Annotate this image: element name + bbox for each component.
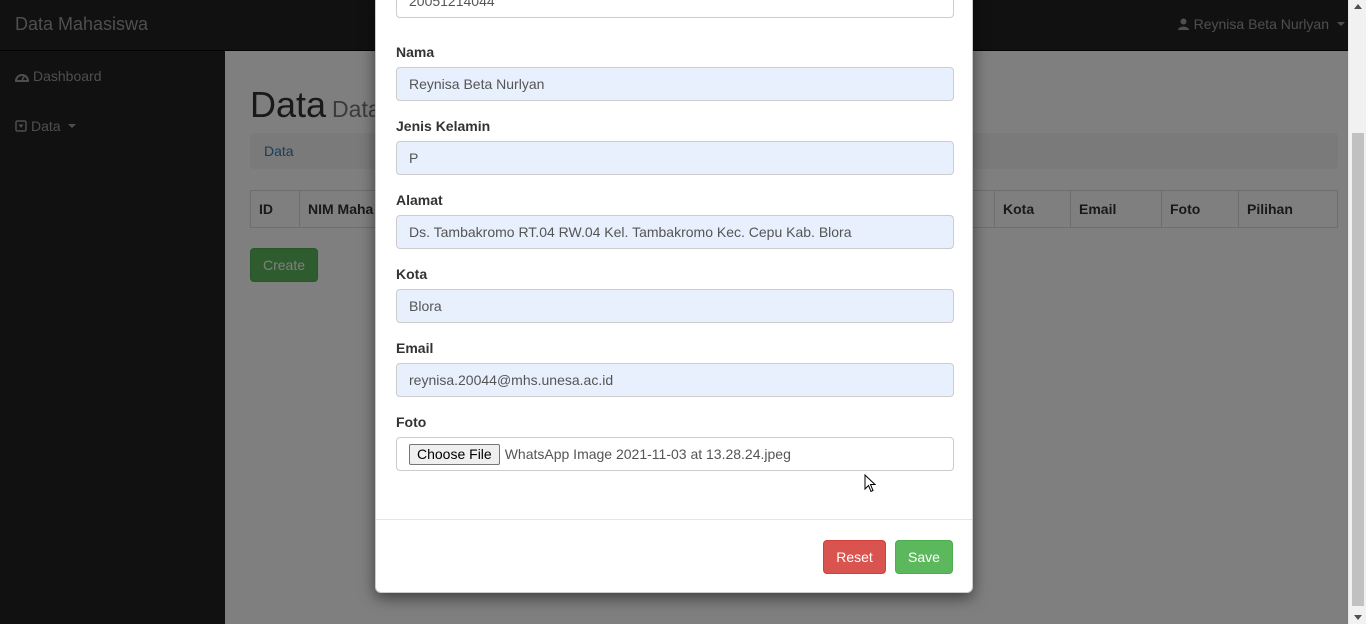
jenis-kelamin-label: Jenis Kelamin (396, 118, 491, 134)
nama-label: Nama (396, 44, 435, 60)
jenis-kelamin-field[interactable] (396, 141, 954, 175)
mouse-cursor-icon (864, 474, 876, 493)
scroll-down-icon[interactable] (1354, 615, 1362, 620)
alamat-field[interactable] (396, 215, 954, 249)
nama-field[interactable] (396, 67, 954, 101)
reset-button[interactable]: Reset (823, 540, 886, 574)
scroll-thumb[interactable] (1352, 133, 1364, 606)
email-label: Email (396, 340, 434, 356)
email-field[interactable] (396, 363, 954, 397)
choose-file-button[interactable]: Choose File (409, 443, 500, 465)
scroll-up-icon[interactable] (1354, 4, 1362, 9)
foto-label: Foto (396, 414, 427, 430)
file-name: WhatsApp Image 2021-11-03 at 13.28.24.jp… (504, 446, 791, 462)
kota-label: Kota (396, 266, 428, 282)
kota-field[interactable] (396, 289, 954, 323)
modal-footer-divider (376, 519, 972, 520)
save-button[interactable]: Save (895, 540, 953, 574)
nim-field[interactable] (396, 0, 954, 18)
alamat-label: Alamat (396, 192, 443, 208)
scrollbar[interactable] (1348, 0, 1366, 624)
edit-modal: Nama Jenis Kelamin Alamat Kota Email Fot… (375, 0, 973, 593)
foto-file-input[interactable]: Choose File WhatsApp Image 2021-11-03 at… (396, 437, 954, 471)
